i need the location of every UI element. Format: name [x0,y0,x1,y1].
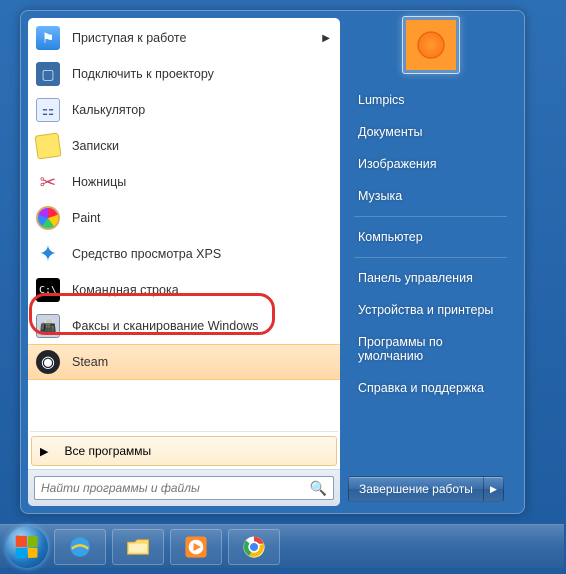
search-input[interactable] [41,481,310,495]
program-sticky-notes[interactable]: Записки [28,128,340,164]
windows-logo-icon [16,535,38,558]
paint-icon [34,204,62,232]
start-button[interactable] [6,526,48,568]
right-item-label: Музыка [358,189,402,203]
media-player-icon [183,534,209,560]
right-item-user[interactable]: Lumpics [348,84,513,116]
getting-started-icon: ⚑ [34,24,62,52]
user-avatar[interactable] [402,16,460,74]
program-command-prompt[interactable]: C:\ Командная строка [28,272,340,308]
program-label: Подключить к проектору [72,67,214,81]
right-item-label: Lumpics [358,93,405,107]
taskbar-ie[interactable] [54,529,106,565]
left-pane: ⚑ Приступая к работе ▶ ▢ Подключить к пр… [28,18,340,506]
shutdown-dropdown-arrow[interactable]: ▶ [483,477,503,501]
right-item-label: Устройства и принтеры [358,303,493,317]
right-item-label: Компьютер [358,230,423,244]
taskbar-explorer[interactable] [112,529,164,565]
program-snipping-tool[interactable]: ✂ Ножницы [28,164,340,200]
program-fax-scan[interactable]: 📠 Факсы и сканирование Windows [28,308,340,344]
projector-icon: ▢ [34,60,62,88]
program-getting-started[interactable]: ⚑ Приступая к работе ▶ [28,20,340,56]
right-item-computer[interactable]: Компьютер [348,221,513,253]
search-icon: 🔍 [310,480,327,497]
shutdown-button[interactable]: Завершение работы ▶ [348,476,504,502]
cmd-icon: C:\ [34,276,62,304]
program-label: Paint [72,211,101,225]
chrome-icon [241,534,267,560]
taskbar [0,524,564,568]
right-item-documents[interactable]: Документы [348,116,513,148]
xps-icon: ✦ [34,240,62,268]
program-connect-projector[interactable]: ▢ Подключить к проектору [28,56,340,92]
search-box[interactable]: 🔍 [34,476,334,500]
all-programs-arrow-icon: ▶ [40,445,48,458]
right-item-label: Справка и поддержка [358,381,484,395]
right-item-music[interactable]: Музыка [348,180,513,212]
program-list: ⚑ Приступая к работе ▶ ▢ Подключить к пр… [28,18,340,430]
right-item-label: Документы [358,125,422,139]
taskbar-chrome[interactable] [228,529,280,565]
program-label: Ножницы [72,175,126,189]
taskbar-media-player[interactable] [170,529,222,565]
right-item-control-panel[interactable]: Панель управления [348,262,513,294]
ie-icon [67,534,93,560]
steam-icon: ◉ [34,348,62,376]
right-list: Lumpics Документы Изображения Музыка Ком… [348,84,513,472]
avatar-wrap [348,16,513,74]
program-calculator[interactable]: ⚏ Калькулятор [28,92,340,128]
shutdown-row: Завершение работы ▶ [348,472,513,506]
right-item-default-programs[interactable]: Программы по умолчанию [348,326,513,372]
right-item-label: Панель управления [358,271,473,285]
scissors-icon: ✂ [34,168,62,196]
program-paint[interactable]: Paint [28,200,340,236]
right-item-label: Программы по умолчанию [358,335,443,363]
separator [30,431,338,432]
program-label: Факсы и сканирование Windows [72,319,258,333]
all-programs-button[interactable]: ▶ Все программы [31,436,337,466]
submenu-arrow-icon: ▶ [322,33,330,44]
right-pane: Lumpics Документы Изображения Музыка Ком… [340,18,517,506]
search-row: 🔍 [28,469,340,506]
separator [354,216,507,217]
program-label: Средство просмотра XPS [72,247,221,261]
separator [354,257,507,258]
shutdown-label: Завершение работы [359,482,473,496]
program-xps-viewer[interactable]: ✦ Средство просмотра XPS [28,236,340,272]
program-label: Командная строка [72,283,179,297]
right-item-help[interactable]: Справка и поддержка [348,372,513,404]
program-steam[interactable]: ◉ Steam [28,344,340,380]
folder-icon [125,534,151,560]
program-label: Приступая к работе [72,31,186,45]
start-menu: ⚑ Приступая к работе ▶ ▢ Подключить к пр… [20,10,525,514]
sticky-notes-icon [34,132,62,160]
program-label: Steam [72,355,108,369]
avatar-image [406,20,456,70]
fax-icon: 📠 [34,312,62,340]
right-item-pictures[interactable]: Изображения [348,148,513,180]
all-programs-label: Все программы [64,444,151,458]
program-label: Записки [72,139,119,153]
right-item-devices[interactable]: Устройства и принтеры [348,294,513,326]
program-label: Калькулятор [72,103,145,117]
right-item-label: Изображения [358,157,437,171]
calculator-icon: ⚏ [34,96,62,124]
